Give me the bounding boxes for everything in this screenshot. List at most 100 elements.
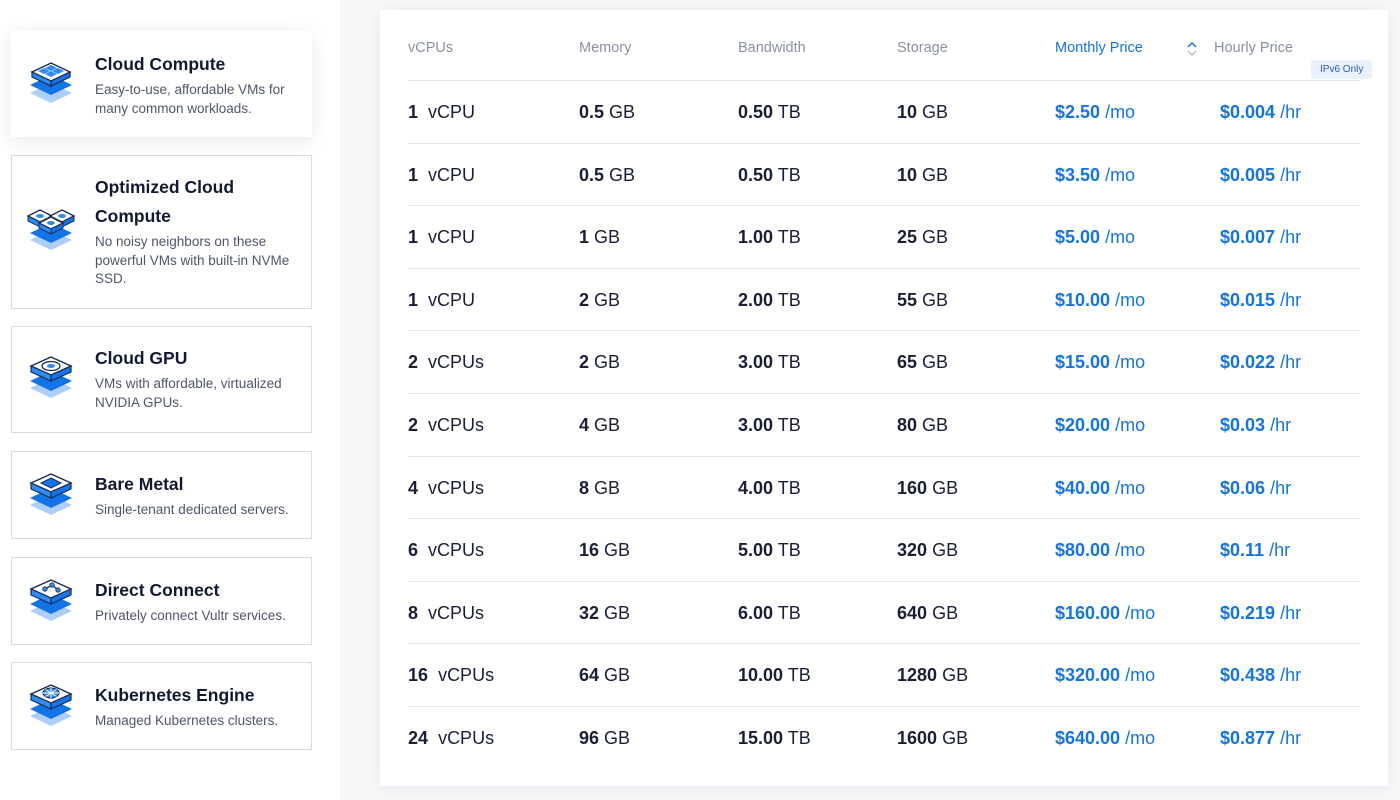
table-header: vCPUs Memory Bandwidth Storage Monthly P…	[408, 10, 1360, 81]
monthly-price-cell-unit: /mo	[1115, 289, 1146, 310]
storage-cell-unit: GB	[942, 665, 969, 686]
product-card-kubernetes-engine[interactable]: Kubernetes Engine Managed Kubernetes clu…	[11, 662, 312, 750]
vcpus-cell-unit: vCPU	[428, 102, 476, 122]
product-description: Managed Kubernetes clusters.	[95, 713, 279, 728]
vcpus-cell-value: 2	[408, 352, 419, 373]
storage-cell-unit: GB	[932, 602, 959, 623]
product-card-bare-metal[interactable]: Bare Metal Single-tenant dedicated serve…	[11, 451, 312, 539]
column-header-memory[interactable]: Memory	[579, 40, 631, 56]
hourly-price-cell-unit: /hr	[1269, 540, 1291, 561]
product-description: VMs with affordable, virtualized NVIDIA …	[95, 376, 282, 410]
memory-cell-unit: GB	[594, 415, 621, 435]
table-row[interactable]: 1 vCPU 0.5 GB 0.50 TB 10 GB $2.50 /mo $0.004 …	[408, 81, 1360, 144]
bandwidth-cell-unit: TB	[777, 540, 801, 561]
hourly-price-cell-unit: /hr	[1280, 227, 1302, 248]
product-description: Single-tenant dedicated servers.	[95, 502, 289, 517]
monthly-price-cell-value: $40.00	[1055, 477, 1111, 498]
monthly-price-cell: $80.00 /mo	[1055, 540, 1145, 561]
column-header-storage[interactable]: Storage	[897, 40, 948, 56]
bandwidth-cell-unit: TB	[777, 477, 801, 498]
direct-connect-icon	[26, 575, 76, 625]
table-row[interactable]: 1 vCPU 1 GB 1.00 TB 25 GB $5.00 /mo $0.007 /h…	[408, 206, 1360, 269]
storage-cell-unit: GB	[922, 227, 949, 248]
vcpus-cell: 2 vCPUs	[408, 352, 484, 373]
storage-cell-value: 10	[897, 164, 918, 185]
memory-cell-value: 1	[579, 227, 590, 248]
sort-icon[interactable]	[1186, 40, 1198, 58]
bandwidth-cell-unit: TB	[777, 352, 801, 373]
monthly-price-cell-unit: /mo	[1115, 352, 1146, 373]
column-header-vcpus[interactable]: vCPUs	[408, 40, 453, 56]
memory-cell-value: 96	[579, 728, 600, 748]
column-header-monthly-price[interactable]: Monthly Price	[1055, 40, 1143, 56]
table-row[interactable]: 2 vCPUs 4 GB 3.00 TB 80 GB $20.00 /mo $0.03 /…	[408, 394, 1360, 457]
table-row[interactable]: 8 vCPUs 32 GB 6.00 TB 640 GB $160.00 /mo $0.2…	[408, 582, 1360, 645]
memory-cell-unit: GB	[604, 728, 631, 748]
table-row[interactable]: 24 vCPUs 96 GB 15.00 TB 1600 GB $640.00 /mo $…	[408, 707, 1360, 770]
vcpus-cell-value: 1	[408, 164, 419, 185]
vcpus-cell-unit: vCPUs	[428, 540, 485, 561]
storage-cell-value: 10	[897, 102, 918, 122]
storage-cell-value: 320	[897, 540, 928, 561]
column-header-hourly-price[interactable]: Hourly Price	[1214, 40, 1293, 56]
memory-cell-value: 8	[579, 477, 590, 498]
product-card-cloud-compute[interactable]: Cloud Compute Easy-to-use, affordable VM…	[11, 31, 312, 137]
vcpus-cell-value: 1	[408, 102, 419, 122]
bandwidth-cell: 15.00 TB	[738, 728, 811, 749]
product-sidebar: Cloud Compute Easy-to-use, affordable VM…	[0, 0, 340, 800]
memory-cell: 0.5 GB	[579, 165, 635, 186]
storage-cell: 25 GB	[897, 227, 948, 248]
table-row[interactable]: 1 vCPU 2 GB 2.00 TB 55 GB $10.00 /mo $0.015 /…	[408, 269, 1360, 332]
product-description: No noisy neighbors on these powerful VMs…	[95, 234, 290, 286]
cloud-gpu-icon	[26, 352, 76, 402]
hourly-price-cell-unit: /hr	[1270, 477, 1292, 498]
memory-cell: 32 GB	[579, 603, 630, 624]
vcpus-cell: 16 vCPUs	[408, 665, 494, 686]
table-row[interactable]: 16 vCPUs 64 GB 10.00 TB 1280 GB $320.00 /mo $…	[408, 644, 1360, 707]
bandwidth-cell-value: 2.00	[738, 289, 774, 310]
hourly-price-cell-unit: /hr	[1280, 352, 1302, 373]
bandwidth-cell-value: 6.00	[738, 602, 774, 623]
monthly-price-cell: $20.00 /mo	[1055, 415, 1145, 436]
pricing-table: vCPUs Memory Bandwidth Storage Monthly P…	[380, 10, 1388, 786]
table-row[interactable]: 6 vCPUs 16 GB 5.00 TB 320 GB $80.00 /mo $0.11…	[408, 519, 1360, 582]
monthly-price-cell-value: $320.00	[1055, 665, 1121, 686]
bandwidth-cell-value: 0.50	[738, 164, 774, 185]
bandwidth-cell-value: 10.00	[738, 665, 784, 686]
table-row[interactable]: 2 vCPUs 2 GB 3.00 TB 65 GB $15.00 /mo $0.022 …	[408, 331, 1360, 394]
bandwidth-cell-value: 1.00	[738, 227, 774, 248]
table-row[interactable]: 1 vCPU 0.5 GB 0.50 TB 10 GB $3.50 /mo $0.005 …	[408, 144, 1360, 207]
product-card-direct-connect[interactable]: Direct Connect Privately connect Vultr s…	[11, 557, 312, 645]
table-row[interactable]: 4 vCPUs 8 GB 4.00 TB 160 GB $40.00 /mo $0.06 …	[408, 457, 1360, 520]
vcpus-cell-unit: vCPU	[428, 227, 476, 248]
monthly-price-cell-unit: /mo	[1105, 164, 1136, 185]
monthly-price-cell: $320.00 /mo	[1055, 665, 1155, 686]
bandwidth-cell-value: 5.00	[738, 540, 774, 561]
optimized-cloud-compute-icon	[26, 204, 76, 254]
vcpus-cell-unit: vCPUs	[428, 602, 485, 623]
monthly-price-cell-value: $160.00	[1055, 602, 1121, 623]
bandwidth-cell: 0.50 TB	[738, 165, 801, 186]
hourly-price-cell: $0.022 /hr	[1220, 352, 1301, 373]
product-title: Kubernetes Engine	[95, 685, 255, 705]
storage-cell-unit: GB	[922, 352, 949, 373]
product-card-cloud-gpu[interactable]: Cloud GPU VMs with affordable, virtualiz…	[11, 326, 312, 433]
column-header-bandwidth[interactable]: Bandwidth	[738, 40, 806, 56]
memory-cell: 2 GB	[579, 290, 620, 311]
vcpus-cell-unit: vCPUs	[428, 477, 485, 498]
bandwidth-cell-value: 4.00	[738, 477, 774, 498]
vcpus-cell: 6 vCPUs	[408, 540, 484, 561]
storage-cell-unit: GB	[932, 477, 959, 498]
vcpus-cell-value: 24	[408, 728, 429, 748]
storage-cell-unit: GB	[932, 540, 959, 561]
hourly-price-cell-unit: /hr	[1280, 602, 1302, 623]
vcpus-cell-unit: vCPUs	[438, 665, 495, 686]
memory-cell-value: 16	[579, 540, 600, 561]
memory-cell-value: 0.5	[579, 102, 605, 122]
hourly-price-cell-value: $0.004	[1220, 102, 1276, 122]
bandwidth-cell-unit: TB	[777, 102, 801, 122]
storage-cell-value: 65	[897, 352, 918, 373]
bandwidth-cell-unit: TB	[777, 415, 801, 435]
ipv6-only-badge: IPv6 Only	[1311, 60, 1373, 79]
product-card-optimized-cloud-compute[interactable]: Optimized Cloud Compute No noisy neighbo…	[11, 155, 312, 309]
